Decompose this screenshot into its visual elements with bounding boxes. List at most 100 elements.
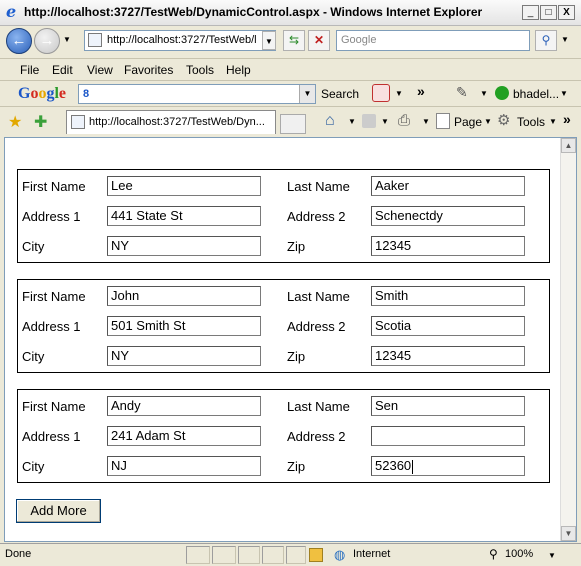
- zip-label: Zip: [287, 459, 306, 474]
- last-name-input[interactable]: Smith: [371, 286, 525, 306]
- menu-view[interactable]: View: [87, 63, 113, 77]
- menu-help[interactable]: Help: [226, 63, 251, 77]
- favorites-star-icon[interactable]: ★: [8, 112, 22, 132]
- first-name-label: First Name: [22, 399, 86, 414]
- search-icon[interactable]: ⚲: [535, 30, 557, 51]
- address1-label: Address 1: [22, 319, 81, 334]
- home-icon[interactable]: ⌂: [325, 112, 335, 130]
- status-cell: [186, 546, 210, 564]
- google-search-button[interactable]: Search: [321, 87, 359, 101]
- title-bar: e http://localhost:3727/TestWeb/DynamicC…: [0, 0, 581, 26]
- add-more-button[interactable]: Add More: [16, 499, 101, 523]
- forward-button[interactable]: →: [34, 28, 60, 54]
- maximize-button[interactable]: □: [540, 5, 557, 20]
- city-label: City: [22, 239, 45, 254]
- address1-input[interactable]: 501 Smith St: [107, 316, 261, 336]
- page-icon: [88, 33, 102, 47]
- chevron-down-icon[interactable]: ▼: [348, 117, 356, 126]
- menu-file[interactable]: File: [20, 63, 39, 77]
- menu-tools[interactable]: Tools: [186, 63, 214, 77]
- ie-logo-icon: e: [6, 2, 17, 21]
- status-cell: [212, 546, 236, 564]
- refresh-button[interactable]: ⇆: [283, 30, 305, 51]
- scroll-up-icon[interactable]: ▲: [561, 138, 576, 153]
- chevron-down-icon[interactable]: ▼: [484, 117, 492, 126]
- chevron-down-icon[interactable]: ▼: [299, 85, 315, 103]
- google-g-icon: 8: [83, 88, 90, 100]
- last-name-label: Last Name: [287, 399, 350, 414]
- zip-input[interactable]: 12345: [371, 236, 525, 256]
- status-dot-icon: [495, 86, 509, 100]
- wrench-icon[interactable]: ✎: [456, 84, 468, 101]
- zip-input[interactable]: 52360: [371, 456, 525, 476]
- close-window-button[interactable]: X: [558, 5, 575, 20]
- status-cell: [238, 546, 260, 564]
- address-dropdown-button[interactable]: ▼: [262, 31, 276, 50]
- menu-bar: File Edit View Favorites Tools Help: [0, 58, 581, 80]
- first-name-input[interactable]: Andy: [107, 396, 261, 416]
- chevron-down-icon[interactable]: ▼: [548, 551, 556, 560]
- scroll-down-icon[interactable]: ▼: [561, 526, 576, 541]
- address1-input[interactable]: 241 Adam St: [107, 426, 261, 446]
- chevron-down-icon[interactable]: ▼: [560, 89, 568, 98]
- chevron-down-icon[interactable]: ▼: [480, 89, 488, 98]
- address1-input[interactable]: 441 State St: [107, 206, 261, 226]
- page-menu[interactable]: Page: [454, 115, 482, 129]
- chevron-down-icon[interactable]: ▼: [422, 117, 430, 126]
- google-logo: Google: [18, 85, 67, 102]
- more-tools-chevron[interactable]: »: [417, 83, 425, 99]
- google-search-combo[interactable]: 8 ▼: [78, 84, 316, 104]
- first-name-input[interactable]: Lee: [107, 176, 261, 196]
- status-text: Done: [5, 548, 32, 560]
- city-input[interactable]: NJ: [107, 456, 261, 476]
- menu-favorites[interactable]: Favorites: [124, 63, 173, 77]
- city-input[interactable]: NY: [107, 236, 261, 256]
- tab-dynamic-control[interactable]: http://localhost:3727/TestWeb/Dyn...: [66, 110, 276, 134]
- feeds-icon[interactable]: [362, 114, 376, 128]
- chevron-down-icon[interactable]: ▼: [381, 117, 389, 126]
- zoom-icon[interactable]: ⚲: [489, 547, 498, 561]
- security-zone: Internet: [353, 548, 391, 560]
- print-icon[interactable]: ⎙: [398, 112, 410, 129]
- gear-icon: ⚙: [497, 112, 511, 129]
- address-bar[interactable]: http://localhost:3727/TestWeb/l: [84, 30, 276, 51]
- more-chevron[interactable]: »: [563, 111, 571, 127]
- globe-icon: ◍: [334, 547, 346, 562]
- first-name-label: First Name: [22, 289, 86, 304]
- vertical-scrollbar[interactable]: ▲ ▼: [560, 138, 576, 541]
- last-name-input[interactable]: Sen: [371, 396, 525, 416]
- address2-input[interactable]: [371, 426, 525, 446]
- address2-label: Address 2: [287, 319, 346, 334]
- status-bar: Done ◍ Internet ⚲ 100% ▼: [0, 543, 581, 566]
- new-tab-button[interactable]: [280, 114, 306, 134]
- address2-input[interactable]: Schenectdy: [371, 206, 525, 226]
- back-button[interactable]: ←: [6, 28, 32, 54]
- menu-edit[interactable]: Edit: [52, 63, 73, 77]
- address-text: http://localhost:3727/TestWeb/l: [107, 34, 257, 46]
- city-input[interactable]: NY: [107, 346, 261, 366]
- search-input[interactable]: Google: [336, 30, 530, 51]
- add-favorite-icon[interactable]: ✚: [34, 112, 47, 132]
- address-panel: First Name Andy Last Name Sen Address 1 …: [17, 389, 550, 483]
- first-name-input[interactable]: John: [107, 286, 261, 306]
- zip-input[interactable]: 12345: [371, 346, 525, 366]
- chevron-down-icon[interactable]: ▼: [549, 117, 557, 126]
- first-name-label: First Name: [22, 179, 86, 194]
- lock-icon: [309, 548, 323, 562]
- popup-blocker-icon[interactable]: [372, 84, 390, 102]
- address2-input[interactable]: Scotia: [371, 316, 525, 336]
- stop-button[interactable]: ✕: [308, 30, 330, 51]
- history-dropdown-icon[interactable]: ▼: [63, 35, 71, 44]
- tools-menu[interactable]: Tools: [517, 115, 545, 129]
- zoom-level[interactable]: 100%: [505, 548, 533, 560]
- minimize-button[interactable]: _: [522, 5, 539, 20]
- search-options-icon[interactable]: ▼: [561, 35, 569, 44]
- status-cell: [262, 546, 284, 564]
- chevron-down-icon[interactable]: ▼: [395, 89, 403, 98]
- google-user-menu[interactable]: bhadel...: [513, 87, 559, 101]
- window-title: http://localhost:3727/TestWeb/DynamicCon…: [24, 5, 483, 19]
- last-name-input[interactable]: Aaker: [371, 176, 525, 196]
- address1-label: Address 1: [22, 429, 81, 444]
- address2-label: Address 2: [287, 429, 346, 444]
- last-name-label: Last Name: [287, 289, 350, 304]
